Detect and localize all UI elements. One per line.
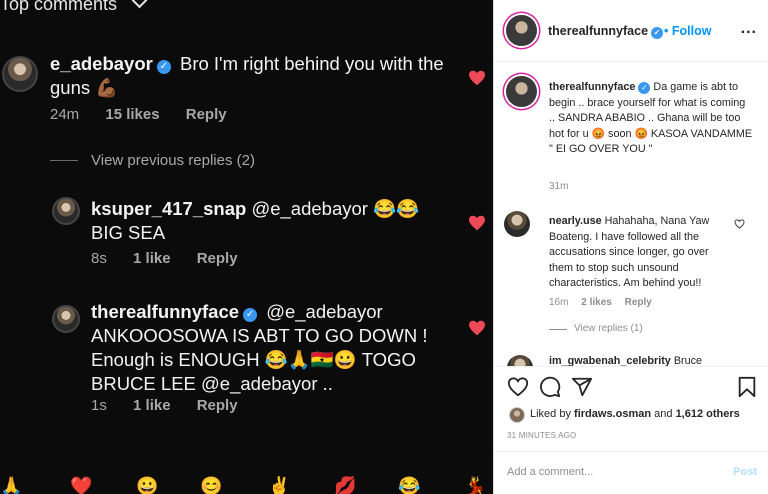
- comment-input[interactable]: Add a comment...: [507, 466, 593, 478]
- reply-button[interactable]: Reply: [197, 250, 238, 267]
- emoji-button[interactable]: ❤️: [70, 476, 92, 494]
- avatar[interactable]: [2, 56, 38, 92]
- avatar[interactable]: [507, 355, 533, 366]
- comment-icon[interactable]: [539, 376, 561, 398]
- like-heart-icon[interactable]: [507, 376, 529, 398]
- emoji-button[interactable]: 😂: [398, 476, 420, 494]
- emoji-button[interactable]: 🙏: [0, 476, 22, 494]
- avatar[interactable]: [506, 15, 537, 46]
- heart-outline-icon[interactable]: [734, 219, 745, 229]
- comment-meta: 1s 1 like Reply: [91, 397, 260, 414]
- reply-button[interactable]: Reply: [625, 297, 652, 308]
- comment-meta: 8s 1 like Reply: [91, 250, 260, 267]
- verified-badge-icon: ✓: [638, 82, 651, 94]
- bookmark-icon[interactable]: [736, 376, 758, 398]
- heart-icon[interactable]: [468, 320, 486, 336]
- top-comments-header[interactable]: Top comments: [0, 0, 148, 15]
- comment-text: im_gwabenah_celebrity Bruce: [549, 354, 759, 366]
- clipped-comment: im_gwabenah_celebrity Bruce: [494, 352, 768, 366]
- comments-screenshot: Top comments e_adebayor ✓ Bro I'm right b…: [0, 0, 493, 494]
- comment-time: 8s: [91, 250, 107, 267]
- verified-badge-icon: ✓: [243, 308, 258, 322]
- emoji-button[interactable]: ✌️: [268, 476, 290, 494]
- comment-meta: 24m 15 likes Reply: [50, 106, 249, 123]
- verified-badge-icon: ✓: [156, 60, 171, 74]
- liked-by-text: Liked by firdaws.osman and 1,612 others: [530, 408, 740, 420]
- view-previous-replies-link[interactable]: View previous replies (2): [91, 152, 255, 169]
- comment-username[interactable]: therealfunnyface: [91, 301, 239, 322]
- follow-button[interactable]: • Follow: [664, 24, 711, 38]
- liked-by-count[interactable]: 1,612 others: [676, 408, 740, 420]
- comment-likes[interactable]: 15 likes: [105, 106, 159, 123]
- comment-text: ksuper_417_snap @e_adebayor 😂😂 BIG SEA: [91, 197, 451, 245]
- comment-text: therealfunnyface ✓ @e_adebayor ANKOOOSOWA…: [91, 300, 451, 396]
- avatar[interactable]: [506, 76, 537, 107]
- avatar[interactable]: [509, 407, 525, 423]
- comment-username[interactable]: e_adebayor: [50, 53, 153, 74]
- reply-button[interactable]: Reply: [197, 397, 238, 414]
- comment-body: Bruce: [673, 355, 703, 366]
- comment-time: 24m: [50, 106, 80, 123]
- view-replies-link[interactable]: View replies (1): [574, 323, 643, 334]
- caption-time: 31m: [549, 181, 569, 192]
- post-side-panel: therealfunnyface ✓ • Follow ... therealfu…: [493, 0, 768, 494]
- post-header: therealfunnyface ✓ • Follow ...: [494, 0, 768, 62]
- post-timestamp: 31 MINUTES AGO: [507, 431, 577, 440]
- comment-time: 1s: [91, 397, 107, 414]
- comment-username[interactable]: im_gwabenah_celebrity: [549, 355, 671, 366]
- comment-likes[interactable]: 2 likes: [581, 297, 612, 308]
- comment-text: nearly.use Hahahaha, Nana Yaw Boateng. I…: [549, 214, 724, 292]
- avatar[interactable]: [52, 305, 80, 333]
- comment-time: 16m: [549, 297, 569, 308]
- comment-username[interactable]: nearly.use: [549, 215, 602, 227]
- heart-icon[interactable]: [468, 215, 486, 231]
- emoji-button[interactable]: 💋: [334, 476, 356, 494]
- add-comment-bar: Add a comment... Post: [494, 451, 768, 494]
- liked-by-user[interactable]: firdaws.osman: [574, 408, 651, 420]
- comment-likes[interactable]: 1 like: [133, 397, 171, 414]
- comment-meta: 16m 2 likes Reply: [549, 297, 662, 308]
- divider-line: [50, 160, 78, 161]
- avatar[interactable]: [504, 211, 530, 237]
- divider-line: [549, 329, 567, 330]
- heart-icon[interactable]: [468, 70, 486, 86]
- emoji-button[interactable]: 💃: [464, 476, 486, 494]
- top-comments-label: Top comments: [0, 0, 118, 14]
- emoji-button[interactable]: 😊: [200, 476, 222, 494]
- comment-text: e_adebayor ✓ Bro I'm right behind you wit…: [50, 52, 450, 100]
- post-caption: therealfunnyface ✓ Da game is abt to begi…: [549, 80, 754, 158]
- post-button[interactable]: Post: [733, 466, 757, 478]
- avatar[interactable]: [52, 197, 80, 225]
- caption-username[interactable]: therealfunnyface: [549, 81, 635, 93]
- comment-likes[interactable]: 1 like: [133, 250, 171, 267]
- chevron-down-icon[interactable]: [131, 0, 148, 9]
- emoji-button[interactable]: 😀: [136, 476, 158, 494]
- verified-badge-icon: ✓: [651, 27, 664, 39]
- share-icon[interactable]: [571, 376, 593, 398]
- reply-button[interactable]: Reply: [186, 106, 227, 123]
- comment-username[interactable]: ksuper_417_snap: [91, 198, 246, 219]
- more-options-icon[interactable]: ...: [741, 20, 757, 38]
- emoji-quick-bar: 🙏 ❤️ 😀 😊 ✌️ 💋 😂 💃: [0, 472, 493, 494]
- post-username[interactable]: therealfunnyface ✓: [548, 24, 664, 39]
